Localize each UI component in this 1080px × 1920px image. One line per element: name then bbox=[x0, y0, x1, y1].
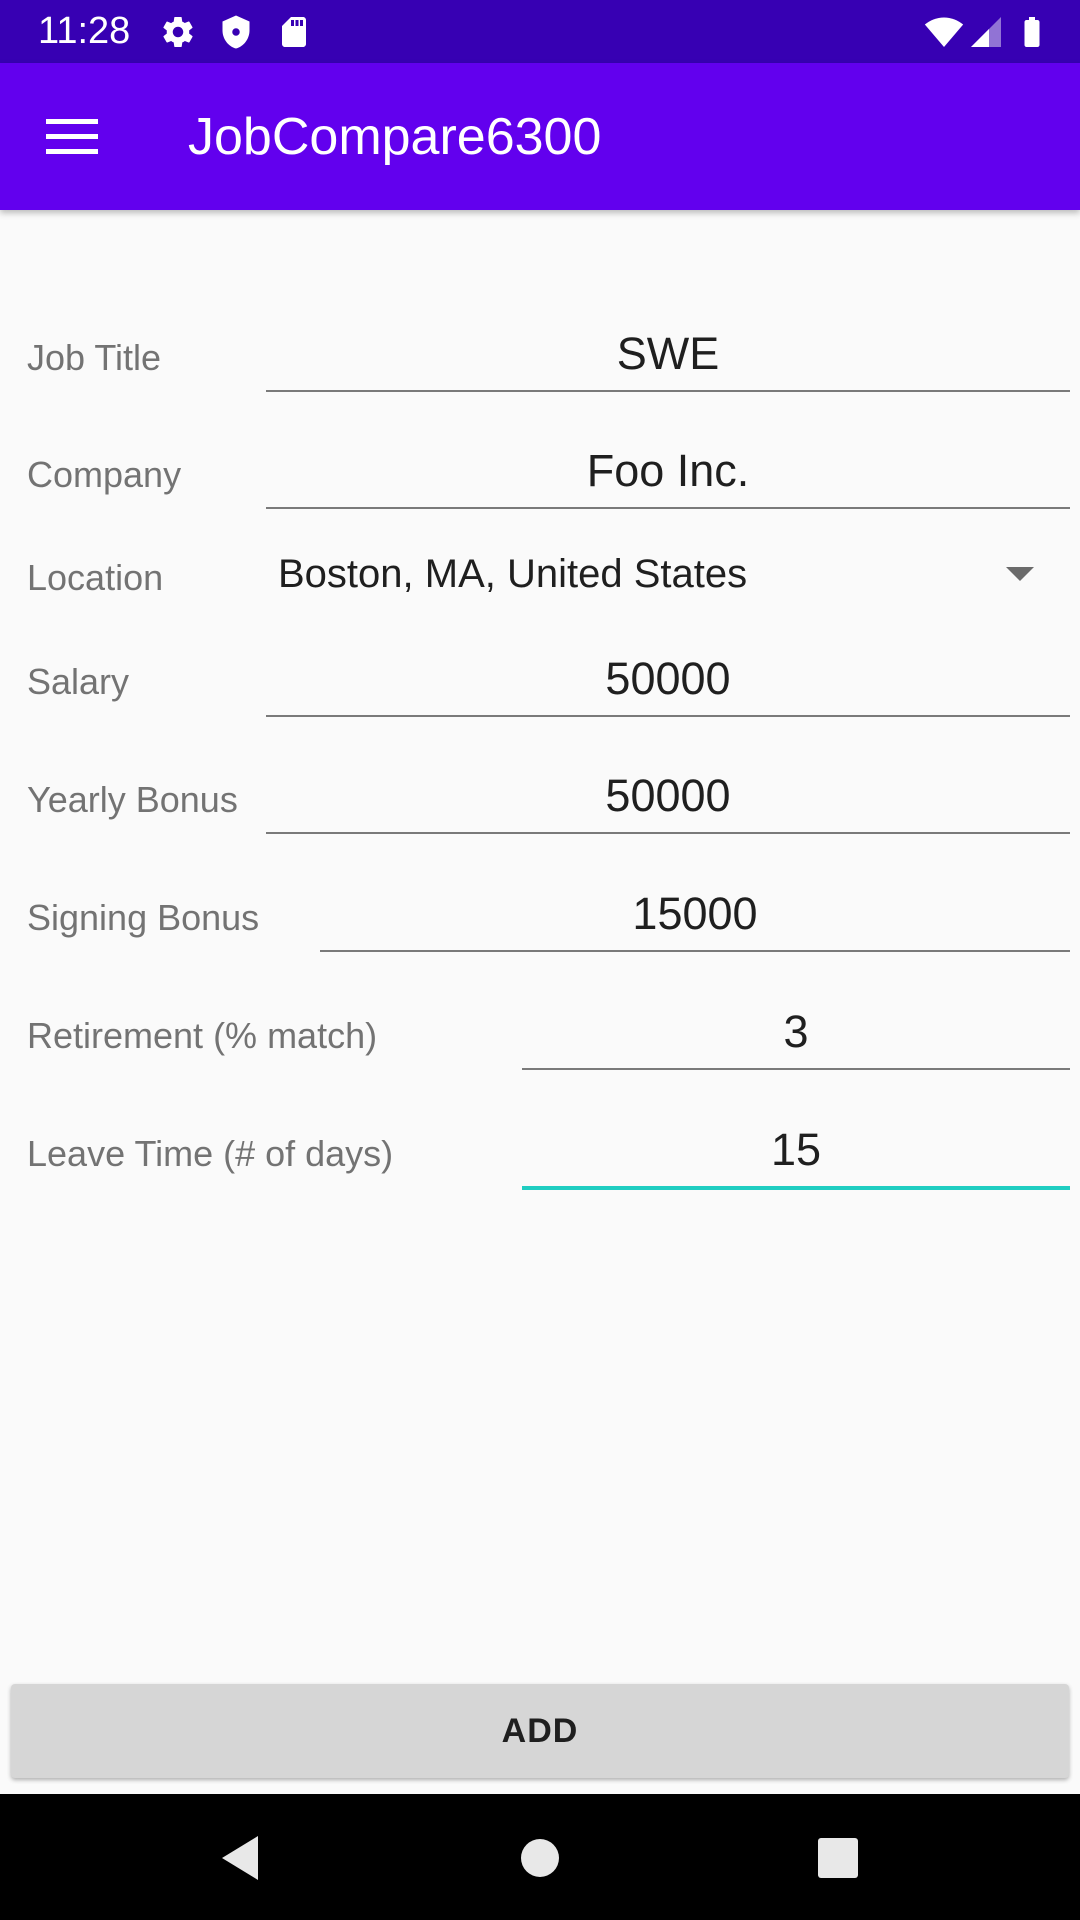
recents-icon bbox=[818, 1838, 858, 1878]
location-dropdown[interactable]: Boston, MA, United States bbox=[266, 545, 1050, 605]
salary-label: Salary bbox=[27, 661, 130, 702]
dropdown-arrow-icon bbox=[1006, 567, 1034, 581]
leave-time-input[interactable]: 15 bbox=[522, 1114, 1070, 1190]
cellular-signal-icon bbox=[971, 17, 1001, 47]
app-bar: JobCompare6300 bbox=[0, 63, 1080, 210]
home-button[interactable] bbox=[508, 1826, 572, 1890]
location-value: Boston, MA, United States bbox=[278, 552, 748, 596]
app-title: JobCompare6300 bbox=[188, 108, 602, 166]
job-title-label: Job Title bbox=[27, 337, 162, 378]
retirement-input[interactable]: 3 bbox=[522, 996, 1070, 1070]
recents-button[interactable] bbox=[806, 1826, 870, 1890]
home-icon bbox=[521, 1839, 559, 1877]
yearly-bonus-label: Yearly Bonus bbox=[27, 779, 238, 820]
signing-bonus-label: Signing Bonus bbox=[27, 897, 260, 938]
status-bar: 11:28 bbox=[0, 0, 1080, 63]
hamburger-menu-icon bbox=[46, 119, 98, 154]
back-icon bbox=[222, 1836, 258, 1880]
wifi-icon bbox=[924, 17, 964, 47]
shield-icon bbox=[222, 15, 250, 49]
job-title-value: SWE bbox=[616, 328, 720, 379]
company-input[interactable]: Foo Inc. bbox=[266, 435, 1070, 509]
gear-icon bbox=[163, 17, 193, 48]
yearly-bonus-value: 50000 bbox=[605, 770, 731, 821]
yearly-bonus-input[interactable]: 50000 bbox=[266, 760, 1070, 834]
menu-button[interactable] bbox=[28, 99, 118, 175]
retirement-value: 3 bbox=[783, 1006, 809, 1057]
signing-bonus-value: 15000 bbox=[632, 888, 758, 939]
location-label: Location bbox=[27, 557, 164, 598]
company-label: Company bbox=[27, 454, 182, 495]
add-button[interactable]: ADD bbox=[11, 1684, 1069, 1778]
sd-card-icon bbox=[282, 17, 306, 47]
leave-time-label: Leave Time (# of days) bbox=[27, 1133, 394, 1174]
job-title-input[interactable]: SWE bbox=[266, 318, 1070, 392]
salary-value: 50000 bbox=[605, 653, 731, 704]
leave-time-value: 15 bbox=[770, 1124, 822, 1175]
retirement-label: Retirement (% match) bbox=[27, 1015, 378, 1056]
company-value: Foo Inc. bbox=[586, 445, 750, 496]
navigation-bar bbox=[0, 1794, 1080, 1920]
back-button[interactable] bbox=[208, 1826, 272, 1890]
status-time: 11:28 bbox=[38, 10, 131, 52]
signing-bonus-input[interactable]: 15000 bbox=[320, 878, 1070, 952]
salary-input[interactable]: 50000 bbox=[266, 643, 1070, 717]
battery-icon bbox=[1024, 17, 1040, 47]
